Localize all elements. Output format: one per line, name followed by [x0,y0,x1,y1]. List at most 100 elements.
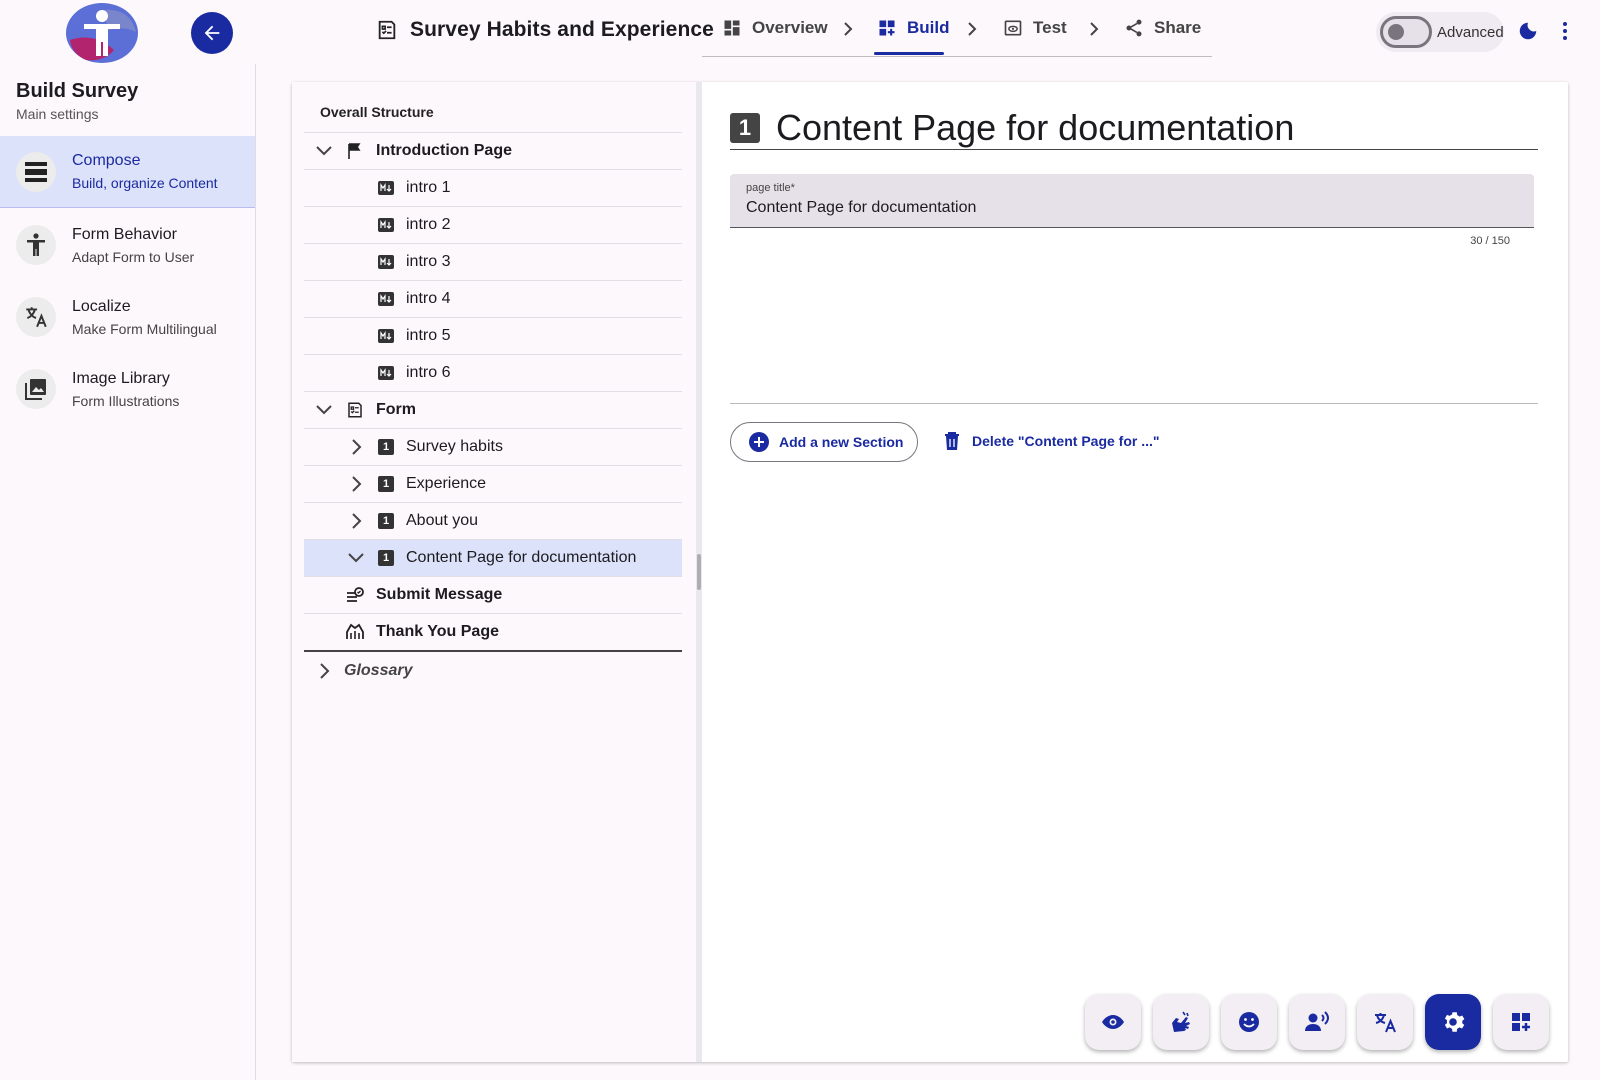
chevron-right-icon[interactable] [352,476,362,492]
add-block-fab[interactable] [1493,994,1549,1050]
handshake-icon [346,623,364,641]
preview-icon [1003,18,1023,38]
chevron-right-icon[interactable] [352,513,362,529]
sign-language-fab[interactable] [1153,994,1209,1050]
arrow-back-icon [204,25,220,41]
tree-item-label: About you [406,512,479,529]
voice-icon [1305,1011,1329,1031]
app-logo [64,2,140,64]
step-test[interactable]: Test [1003,18,1067,38]
translate-icon [1375,1013,1396,1033]
tree-item-label: Survey habits [406,438,503,455]
step-build[interactable]: Build [877,18,950,38]
survey-title-text: Survey Habits and Experience [410,18,714,41]
sidebar-item-desc: Form Illustrations [72,392,180,409]
add-section-button[interactable]: Add a new Section [730,422,918,462]
tree-item-intro-1[interactable]: intro 1 [304,169,682,206]
tree-item-about-you[interactable]: 1 About you [304,502,682,539]
tree-item-intro-3[interactable]: intro 3 [304,243,682,280]
sidebar-item-form-behavior[interactable]: Form Behavior Adapt Form to User [0,209,255,281]
sidebar-item-localize[interactable]: Localize Make Form Multilingual [0,281,255,353]
image-library-icon [16,369,56,409]
sidebar: Build Survey Main settings Compose Build… [0,64,256,1080]
voice-fab[interactable] [1289,994,1345,1050]
content-divider [730,403,1538,404]
advanced-toggle-group: Advanced [1376,12,1504,52]
tree-item-intro-6[interactable]: intro 6 [304,354,682,391]
step-overview-label: Overview [752,18,828,37]
chevron-down-icon[interactable] [316,405,332,415]
add-circle-icon [749,432,769,452]
more-vert-icon [1563,22,1567,40]
section-number-icon: 1 [378,513,394,529]
tree-heading: Overall Structure [320,104,434,120]
tree-item-label: Experience [406,475,487,492]
flag-icon [348,143,362,159]
chevron-down-icon[interactable] [348,553,364,563]
tree-item-intro-5[interactable]: intro 5 [304,317,682,354]
splitter-handle[interactable] [697,554,701,590]
back-button[interactable] [191,12,233,54]
chevron-right-icon [844,22,853,36]
emoji-fab[interactable] [1221,994,1277,1050]
chevron-right-icon [968,22,977,36]
tree-item-intro-4[interactable]: intro 4 [304,280,682,317]
step-build-label: Build [907,18,950,37]
more-menu-button[interactable] [1562,21,1568,41]
tree-item-label: Content Page for documentation [406,549,637,566]
main-card: Overall Structure Introduction Page intr… [292,82,1568,1062]
chevron-down-icon[interactable] [316,146,332,156]
tree-item-thank-you-page[interactable]: Thank You Page [304,613,682,650]
chevron-right-icon[interactable] [352,439,362,455]
share-icon [1124,18,1144,38]
tree-item-form[interactable]: Form [304,391,682,428]
sidebar-item-image-library[interactable]: Image Library Form Illustrations [0,353,255,425]
step-overview[interactable]: Overview [722,18,828,38]
form-doc-icon [346,401,364,419]
tree-item-content-page[interactable]: 1 Content Page for documentation [304,539,682,576]
advanced-toggle[interactable] [1380,16,1432,48]
submit-message-icon [346,587,364,603]
tree-item-intro-2[interactable]: intro 2 [304,206,682,243]
markdown-icon [378,255,394,269]
smiley-icon [1239,1012,1259,1032]
delete-section-button[interactable]: Delete "Content Page for ..." [944,432,1160,450]
tree-item-survey-habits[interactable]: 1 Survey habits [304,428,682,465]
sidebar-item-label: Image Library [72,369,170,387]
tree-item-label: Submit Message [376,586,503,603]
compose-icon [16,151,56,192]
sidebar-item-label: Compose [72,152,141,169]
tree-item-label: intro 6 [406,364,451,381]
tree-item-glossary[interactable]: Glossary [304,652,682,689]
translate-fab[interactable] [1357,994,1413,1050]
tree-item-label: intro 4 [406,290,451,307]
accessibility-icon [16,225,56,265]
step-share[interactable]: Share [1124,18,1201,38]
tree-item-label: Thank You Page [376,623,499,640]
page-heading-text: Content Page for documentation [776,106,1295,148]
chevron-right-icon[interactable] [320,662,330,679]
sidebar-item-desc: Build, organize Content [72,175,218,191]
sidebar-item-desc: Adapt Form to User [72,248,195,265]
tree-item-label: Form [376,401,416,418]
page-heading: 1 Content Page for documentation [730,106,1538,150]
tree-item-submit-message[interactable]: Submit Message [304,576,682,613]
markdown-icon [378,329,394,343]
tree-item-introduction-page[interactable]: Introduction Page [304,132,682,169]
page-title-field[interactable]: page title* [730,174,1534,228]
markdown-icon [378,218,394,232]
dark-mode-button[interactable] [1517,20,1539,42]
sidebar-item-compose[interactable]: Compose Build, organize Content [0,136,255,208]
page-title-input[interactable] [746,199,1506,217]
tree-item-label: intro 3 [406,253,451,270]
survey-title: Survey Habits and Experience [376,18,714,42]
tree-item-experience[interactable]: 1 Experience [304,465,682,502]
tree-item-label: Glossary [344,661,413,679]
settings-fab[interactable] [1425,994,1481,1050]
preview-fab[interactable] [1085,994,1141,1050]
build-grid-icon [877,18,897,38]
dashboard-icon [722,18,742,38]
add-block-icon [1512,1013,1530,1031]
translate-icon [16,297,56,337]
sidebar-item-label: Localize [72,297,131,315]
